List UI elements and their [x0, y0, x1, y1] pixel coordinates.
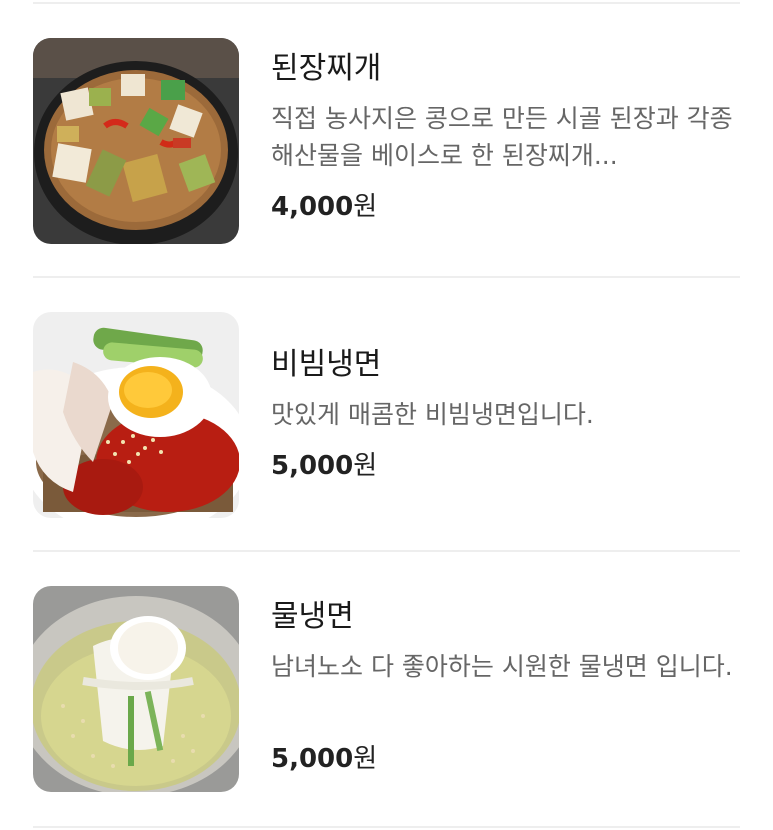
price-amount: 5,000 — [271, 451, 354, 481]
menu-item-description: 남녀노소 다 좋아하는 시원한 물냉면 입니다. — [271, 652, 733, 681]
menu-item-price: 4,000원 — [271, 192, 377, 222]
doenjang-jjigae-image — [33, 38, 239, 244]
menu-item-name: 비빔냉면 — [271, 347, 382, 382]
mul-naengmyeon-image — [33, 586, 239, 792]
menu-item-doenjang-jjigae[interactable]: 된장찌개 직접 농사지은 콩으로 만든 시골 된장과 각종 해산물을 베이스로 … — [33, 38, 740, 248]
list-divider — [33, 550, 740, 552]
menu-item-bibim-naengmyeon[interactable]: 비빔냉면 맛있게 매콤한 비빔냉면입니다. 5,000원 — [33, 312, 740, 522]
price-amount: 4,000 — [271, 192, 354, 222]
list-divider — [33, 826, 740, 828]
list-divider — [33, 2, 740, 4]
bibim-naengmyeon-image — [33, 312, 239, 518]
price-unit: 원 — [353, 451, 378, 481]
list-divider — [33, 276, 740, 278]
menu-item-price: 5,000원 — [271, 451, 377, 481]
menu-item-name: 된장찌개 — [271, 51, 382, 86]
menu-item-description: 맛있게 매콤한 비빔냉면입니다. — [271, 400, 594, 429]
menu-item-name: 물냉면 — [271, 599, 354, 634]
menu-item-price: 5,000원 — [271, 744, 377, 774]
menu-item-description: 직접 농사지은 콩으로 만든 시골 된장과 각종 해산물을 베이스로 한 된장찌… — [271, 104, 733, 170]
menu-item-mul-naengmyeon[interactable]: 물냉면 남녀노소 다 좋아하는 시원한 물냉면 입니다. 5,000원 — [33, 586, 740, 796]
price-unit: 원 — [353, 192, 378, 222]
price-unit: 원 — [353, 744, 378, 774]
price-amount: 5,000 — [271, 744, 354, 774]
